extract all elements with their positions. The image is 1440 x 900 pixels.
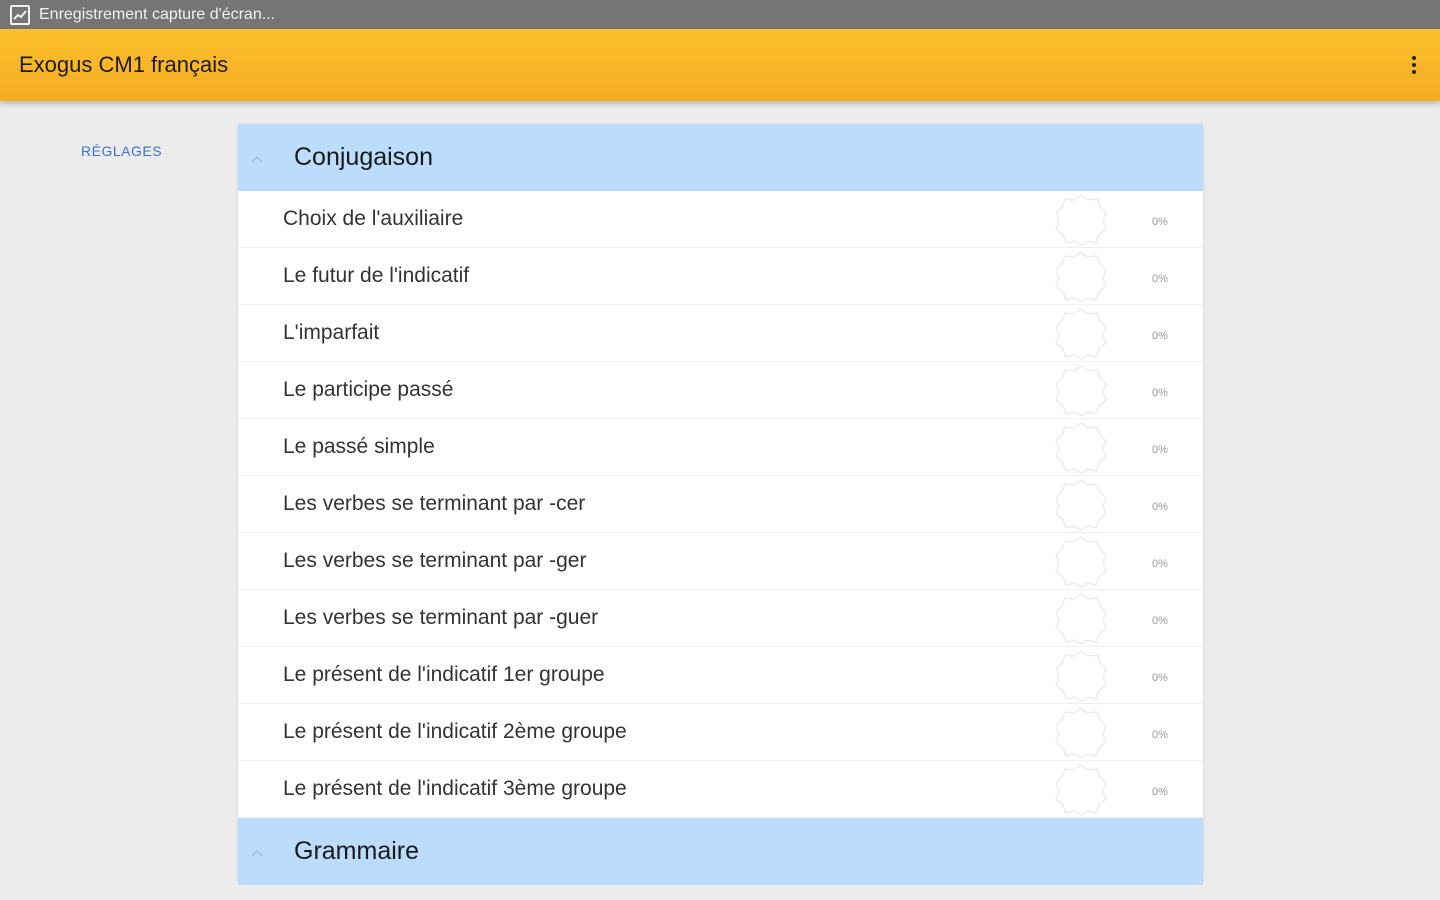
medal-badge-icon	[1055, 365, 1107, 422]
progress-percent: 0%	[1152, 729, 1168, 741]
overflow-menu-icon[interactable]	[1402, 53, 1426, 77]
medal-badge-icon	[1055, 251, 1107, 308]
status-bar: Enregistrement capture d'écran...	[0, 0, 1440, 29]
progress-percent: 0%	[1152, 387, 1168, 399]
lesson-label: Le passé simple	[283, 435, 435, 458]
lesson-label: Les verbes se terminant par -ger	[283, 549, 587, 572]
progress-percent: 0%	[1152, 615, 1168, 627]
section-title: Grammaire	[294, 837, 420, 865]
list-item[interactable]: L'imparfait 0%	[238, 305, 1203, 362]
lesson-label: Le futur de l'indicatif	[283, 264, 470, 287]
chevron-up-icon	[250, 845, 264, 863]
progress-percent: 0%	[1152, 216, 1168, 228]
list-item[interactable]: Le présent de l'indicatif 2ème groupe 0%	[238, 704, 1203, 761]
medal-badge-icon	[1055, 194, 1107, 251]
medal-badge-icon	[1055, 479, 1107, 536]
lesson-label: Les verbes se terminant par -guer	[283, 606, 599, 629]
medal-badge-icon	[1055, 707, 1107, 764]
list-item[interactable]: Le futur de l'indicatif 0%	[238, 248, 1203, 305]
lesson-label: L'imparfait	[283, 321, 380, 344]
progress-percent: 0%	[1152, 273, 1168, 285]
app-toolbar: Exogus CM1 français	[0, 29, 1440, 101]
lesson-label: Les verbes se terminant par -cer	[283, 492, 586, 515]
list-item[interactable]: Le présent de l'indicatif 3ème groupe 0%	[238, 761, 1203, 818]
list-item[interactable]: Le présent de l'indicatif 1er groupe 0%	[238, 647, 1203, 704]
progress-percent: 0%	[1152, 672, 1168, 684]
medal-badge-icon	[1055, 593, 1107, 650]
lesson-label: Le présent de l'indicatif 1er groupe	[283, 663, 605, 686]
lesson-label: Choix de l'auxiliaire	[283, 207, 464, 230]
lesson-label: Le présent de l'indicatif 3ème groupe	[283, 777, 627, 800]
section-header-grammaire[interactable]: Grammaire	[238, 818, 1203, 885]
lesson-label: Le présent de l'indicatif 2ème groupe	[283, 720, 627, 743]
list-item[interactable]: Choix de l'auxiliaire 0%	[238, 191, 1203, 248]
notification-text: Enregistrement capture d'écran...	[39, 5, 276, 23]
progress-percent: 0%	[1152, 558, 1168, 570]
list-item[interactable]: Les verbes se terminant par -cer 0%	[238, 476, 1203, 533]
section-title: Conjugaison	[294, 143, 433, 171]
chevron-up-icon	[250, 151, 264, 169]
medal-badge-icon	[1055, 422, 1107, 479]
medal-badge-icon	[1055, 764, 1107, 821]
list-item[interactable]: Les verbes se terminant par -guer 0%	[238, 590, 1203, 647]
medal-badge-icon	[1055, 536, 1107, 593]
progress-percent: 0%	[1152, 330, 1168, 342]
medal-badge-icon	[1055, 650, 1107, 707]
list-item[interactable]: Le participe passé 0%	[238, 362, 1203, 419]
app-title: Exogus CM1 français	[19, 52, 229, 77]
progress-percent: 0%	[1152, 444, 1168, 456]
screenshot-notification-icon	[10, 4, 30, 25]
section-header-conjugaison[interactable]: Conjugaison	[238, 124, 1203, 191]
lesson-list: Conjugaison Choix de l'auxiliaire 0% Le fut…	[238, 124, 1203, 885]
progress-percent: 0%	[1152, 501, 1168, 513]
progress-percent: 0%	[1152, 786, 1168, 798]
lesson-label: Le participe passé	[283, 378, 454, 401]
list-item[interactable]: Les verbes se terminant par -ger 0%	[238, 533, 1203, 590]
list-item[interactable]: Le passé simple 0%	[238, 419, 1203, 476]
settings-link[interactable]: RÉGLAGES	[81, 143, 162, 159]
medal-badge-icon	[1055, 308, 1107, 365]
